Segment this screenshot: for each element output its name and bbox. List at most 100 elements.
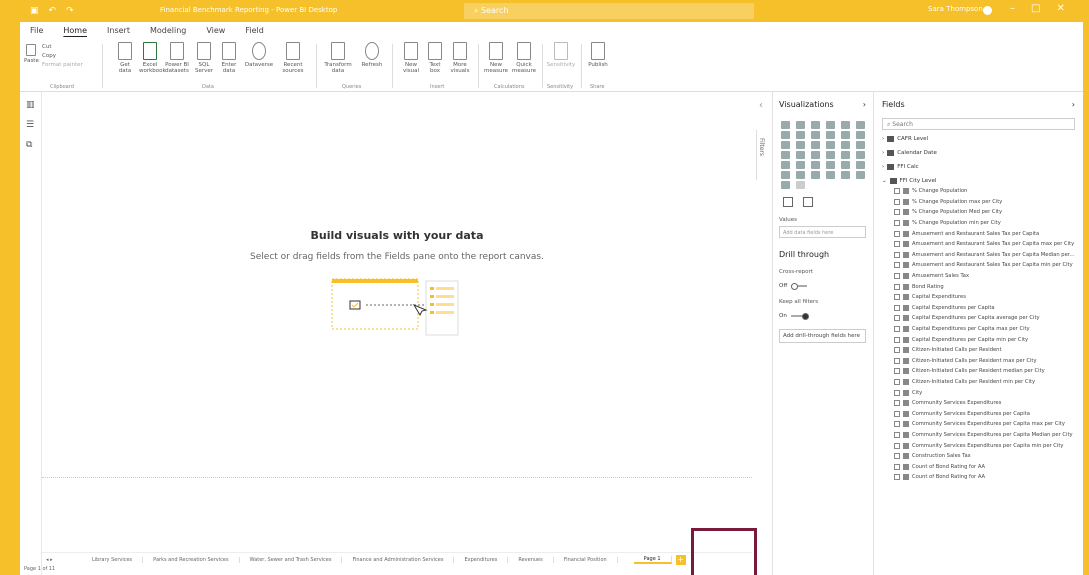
excel-button[interactable]: Excel workbook <box>139 42 166 74</box>
stacked-column-chart-icon[interactable] <box>796 121 805 129</box>
field-item[interactable]: % Change Population <box>882 186 1075 197</box>
cross-report-toggle[interactable]: Off <box>779 283 866 290</box>
card-icon[interactable] <box>841 151 850 159</box>
page-tab[interactable]: Water, Sewer and Trash Services <box>240 556 343 563</box>
field-checkbox[interactable] <box>894 347 900 354</box>
field-item[interactable]: Capital Expenditures per Capita max per … <box>882 324 1075 335</box>
page-tab[interactable]: Parks and Recreation Services <box>143 556 240 563</box>
get-data-button[interactable]: Get data <box>114 42 136 74</box>
field-item[interactable]: Community Services Expenditures per Capi… <box>882 408 1075 419</box>
menu-field[interactable]: Field <box>245 26 263 35</box>
donut-chart-icon[interactable] <box>841 141 850 149</box>
field-item[interactable]: Bond Rating <box>882 281 1075 292</box>
field-item[interactable]: Amusement and Restaurant Sales Tax per C… <box>882 250 1075 261</box>
drill-through-well[interactable]: Add drill-through fields here <box>779 329 866 343</box>
field-checkbox[interactable] <box>894 220 900 227</box>
field-item[interactable]: Amusement and Restaurant Sales Tax per C… <box>882 260 1075 271</box>
values-well[interactable]: Add data fields here <box>779 226 866 238</box>
model-view-icon[interactable]: ⧉ <box>26 140 32 150</box>
funnel-chart-icon[interactable] <box>796 141 805 149</box>
field-item[interactable]: Citizen-Initiated Calls per Resident min… <box>882 377 1075 388</box>
field-item[interactable]: Count of Bond Rating for AA <box>882 472 1075 483</box>
field-checkbox[interactable] <box>894 304 900 311</box>
build-visual-tab-icon[interactable] <box>783 197 793 207</box>
page-tab[interactable]: Library Services <box>82 556 144 563</box>
maximize-button[interactable]: □ <box>1031 3 1040 14</box>
field-checkbox[interactable] <box>894 389 900 396</box>
field-checkbox[interactable] <box>894 410 900 417</box>
copy-button[interactable]: Copy <box>42 53 56 59</box>
table-calendar-date[interactable]: › Calendar Date <box>882 148 1075 158</box>
field-checkbox[interactable] <box>894 283 900 290</box>
refresh-button[interactable]: Refresh <box>360 42 384 68</box>
field-item[interactable]: Capital Expenditures per Capita min per … <box>882 334 1075 345</box>
avatar[interactable] <box>983 6 992 15</box>
line-chart-icon[interactable] <box>781 131 790 139</box>
field-checkbox[interactable] <box>894 273 900 280</box>
sql-server-button[interactable]: SQL Server <box>193 42 215 74</box>
report-canvas[interactable]: Build visuals with your data Select or d… <box>42 92 752 552</box>
menu-file[interactable]: File <box>30 26 43 35</box>
field-checkbox[interactable] <box>894 431 900 438</box>
filters-pane-collapsed[interactable]: Filters <box>756 130 770 180</box>
text-box-button[interactable]: Text box <box>424 42 446 74</box>
field-item[interactable]: % Change Population min per City <box>882 218 1075 229</box>
clustered-bar-chart-icon[interactable] <box>811 121 820 129</box>
field-checkbox[interactable] <box>894 378 900 385</box>
stacked-bar-chart-icon[interactable] <box>781 121 790 129</box>
expand-icon[interactable]: › <box>863 100 866 109</box>
field-item[interactable]: City <box>882 387 1075 398</box>
kpi-icon[interactable] <box>781 161 790 169</box>
field-item[interactable]: Amusement Sales Tax <box>882 271 1075 282</box>
field-checkbox[interactable] <box>894 463 900 470</box>
map-icon[interactable] <box>781 151 790 159</box>
100-column-chart-icon[interactable] <box>856 121 865 129</box>
area-chart-icon[interactable] <box>796 131 805 139</box>
100-bar-chart-icon[interactable] <box>841 121 850 129</box>
field-item[interactable]: % Change Population Med per City <box>882 207 1075 218</box>
report-view-icon[interactable]: ▥ <box>26 100 35 110</box>
field-checkbox[interactable] <box>894 326 900 333</box>
dataverse-button[interactable]: Dataverse <box>244 42 274 68</box>
field-checkbox[interactable] <box>894 262 900 269</box>
expand-icon[interactable]: › <box>1072 100 1075 109</box>
field-checkbox[interactable] <box>894 230 900 237</box>
page-tab-active[interactable]: Page 1 <box>633 555 672 564</box>
field-checkbox[interactable] <box>894 453 900 460</box>
clustered-column-chart-icon[interactable] <box>826 121 835 129</box>
field-item[interactable]: Community Services Expenditures per Capi… <box>882 440 1075 451</box>
enter-data-button[interactable]: Enter data <box>218 42 240 74</box>
decomposition-tree-icon[interactable] <box>796 171 805 179</box>
field-checkbox[interactable] <box>894 357 900 364</box>
multi-row-card-icon[interactable] <box>856 151 865 159</box>
paste-button[interactable]: Paste <box>24 44 39 64</box>
field-checkbox[interactable] <box>894 251 900 258</box>
user-name[interactable]: Sara Thompson <box>928 5 983 13</box>
slicer-icon[interactable] <box>796 161 805 169</box>
table-view-icon[interactable]: ☰ <box>26 120 34 130</box>
field-checkbox[interactable] <box>894 294 900 301</box>
table-cafr-level[interactable]: › CAFR Level <box>882 134 1075 144</box>
menu-home[interactable]: Home <box>63 26 87 35</box>
more-visuals-button[interactable]: More visuals <box>448 42 472 74</box>
paginated-report-icon[interactable] <box>841 171 850 179</box>
power-apps-icon[interactable] <box>856 171 865 179</box>
field-checkbox[interactable] <box>894 400 900 407</box>
quick-measure-button[interactable]: Quick measure <box>510 42 538 74</box>
ribbon-chart-icon[interactable] <box>856 131 865 139</box>
scatter-chart-icon[interactable] <box>811 141 820 149</box>
field-checkbox[interactable] <box>894 442 900 449</box>
new-measure-button[interactable]: New measure <box>482 42 510 74</box>
page-tab[interactable]: Financial Position <box>554 556 618 563</box>
format-painter-button[interactable]: Format painter <box>42 62 83 68</box>
field-item[interactable]: Citizen-Initiated Calls per Resident med… <box>882 366 1075 377</box>
page-nav-arrows[interactable]: ◂ ▸ <box>42 557 82 563</box>
minimize-button[interactable]: – <box>1010 3 1015 14</box>
python-visual-icon[interactable] <box>856 161 865 169</box>
field-item[interactable]: Construction Sales Tax <box>882 451 1075 462</box>
treemap-icon[interactable] <box>856 141 865 149</box>
field-checkbox[interactable] <box>894 474 900 481</box>
waterfall-chart-icon[interactable] <box>781 141 790 149</box>
field-checkbox[interactable] <box>894 209 900 216</box>
table-ffi-calc[interactable]: › FFI Calc <box>882 162 1075 172</box>
